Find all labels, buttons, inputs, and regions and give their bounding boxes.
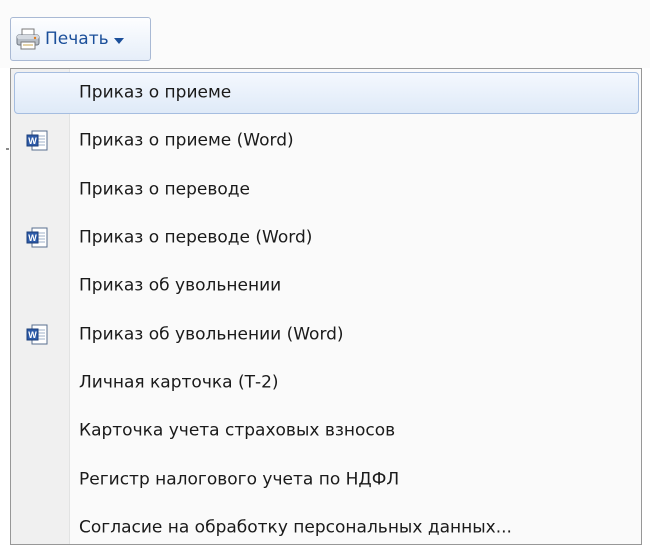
printer-icon: [15, 26, 41, 52]
menu-item-label: Приказ об увольнении (Word): [79, 324, 344, 345]
panel-marker: [6, 148, 9, 150]
toolbar: Печать: [0, 0, 650, 68]
menu-item[interactable]: Приказ о приеме: [11, 69, 641, 117]
menu-item[interactable]: Карточка учета страховых взносов: [11, 407, 641, 455]
word-document-icon: W: [26, 323, 50, 347]
menu-item-label: Личная карточка (Т-2): [79, 372, 279, 393]
word-document-icon: W: [26, 226, 50, 250]
print-button[interactable]: Печать: [10, 17, 151, 61]
menu-item-label: Согласие на обработку персональных данны…: [79, 517, 512, 538]
svg-text:W: W: [28, 136, 37, 146]
background-panel: [0, 68, 10, 545]
menu-item-label: Приказ об увольнении: [79, 275, 282, 296]
svg-text:W: W: [28, 233, 37, 243]
word-document-icon: W: [26, 129, 50, 153]
menu-item[interactable]: Согласие на обработку персональных данны…: [11, 504, 641, 544]
menu-item[interactable]: Регистр налогового учета по НДФЛ: [11, 455, 641, 503]
menu-item-label: Приказ о переводе: [79, 179, 251, 200]
print-dropdown-menu: Приказ о приеме W Приказ о приеме (Word) Пр…: [10, 68, 642, 545]
menu-item-label: Карточка учета страховых взносов: [79, 420, 396, 441]
menu-item[interactable]: W Приказ об увольнении (Word): [11, 311, 641, 359]
print-button-label: Печать: [45, 29, 109, 49]
menu-item-label: Приказ о переводе (Word): [79, 227, 313, 248]
menu-item-label: Регистр налогового учета по НДФЛ: [79, 469, 400, 490]
svg-text:W: W: [28, 330, 37, 340]
menu-item[interactable]: Приказ об увольнении: [11, 262, 641, 310]
menu-item[interactable]: Приказ о переводе: [11, 166, 641, 214]
menu-item-label: Приказ о приеме (Word): [79, 131, 294, 152]
chevron-down-icon: [113, 37, 124, 44]
menu-item[interactable]: Личная карточка (Т-2): [11, 359, 641, 407]
menu-item[interactable]: W Приказ о переводе (Word): [11, 214, 641, 262]
menu-item-label: Приказ о приеме: [79, 82, 232, 103]
menu-item[interactable]: W Приказ о приеме (Word): [11, 117, 641, 165]
